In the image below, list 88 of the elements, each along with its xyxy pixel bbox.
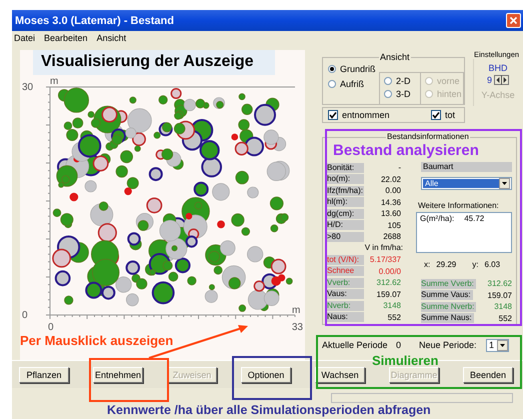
axis-label: 33 (292, 322, 303, 333)
checkbox-label: entnommen (342, 110, 390, 120)
action-button[interactable]: Entnehmen (93, 366, 143, 382)
field-label: Vaus: (327, 289, 364, 300)
radio-button[interactable] (328, 80, 336, 88)
field-label: Summe Naus: (421, 313, 474, 324)
field-value: 3148 (382, 301, 401, 310)
coordinate-label: x: (424, 260, 430, 269)
field-label: >80 (327, 232, 364, 242)
field-value: 312.62 (488, 279, 512, 288)
radio-label: 2-D (396, 76, 411, 86)
field-label: Summe Nverb: (421, 302, 476, 312)
group-title: Ansicht (379, 52, 411, 62)
field-value: 14.36 (380, 198, 401, 207)
field-label: Summe Vaus: (421, 290, 473, 300)
axis-unit: m (50, 78, 58, 87)
field-label: Schnee (327, 266, 364, 276)
field-label: dg(cm): (327, 208, 364, 219)
checkbox-label: tot (445, 110, 456, 120)
menu-item[interactable]: Bearbeiten (44, 33, 88, 43)
field-value: 22.02 (380, 174, 401, 184)
field-value: 159.07 (376, 290, 401, 299)
field-label: hl(m): (327, 197, 364, 208)
action-button[interactable]: Pflanzen (19, 366, 69, 382)
field-value: 159.07 (488, 290, 512, 300)
coordinate-label: y: (472, 260, 478, 269)
axis-label: 0 (22, 310, 28, 321)
setting-label: BHD (488, 63, 508, 73)
checkbox[interactable] (431, 110, 441, 120)
field-value: 3148 (494, 302, 512, 312)
section-label: V in fm/ha: (364, 242, 404, 254)
menu-item[interactable]: Ansicht (96, 33, 126, 43)
field-label: Bonität: (327, 162, 364, 173)
radio-label: hinten (437, 89, 462, 99)
radio-label: 3-D (396, 89, 411, 99)
group-title: Bestandsinformationen (386, 132, 470, 141)
coordinate-value: 6.03 (484, 260, 500, 269)
period-label: Aktuelle Periode (322, 340, 389, 350)
radio-label: vorne (437, 76, 460, 86)
period-value: 0 (396, 340, 402, 350)
close-icon[interactable] (506, 13, 521, 28)
field-label: tot (V/N): (327, 254, 364, 265)
stepper-icon[interactable] (494, 75, 509, 85)
info-textbox[interactable]: G(m²/ha): 45.72 (416, 212, 512, 253)
annotation-text: Simulieren (372, 353, 438, 368)
field-label: Weitere Informationen: (418, 201, 500, 210)
axis-label: 30 (22, 82, 34, 93)
field-label: ho(m): (327, 174, 364, 184)
setting-label: Y-Achse (481, 90, 515, 100)
field-value: 0.00 (384, 186, 401, 196)
field-label: H/D: (327, 220, 364, 230)
axis-label: 0 (48, 322, 54, 333)
field-value: 0.00/0 (378, 266, 401, 276)
setting-value: 9 (486, 75, 492, 85)
annotation-text: Bestand analysieren (333, 142, 479, 159)
action-button[interactable]: Wachsen (315, 366, 365, 382)
field-value: 5.17/337 (368, 255, 401, 264)
field-label: Vverb: (327, 278, 364, 288)
field-value: 552 (498, 314, 512, 323)
field-value: - (397, 163, 401, 172)
field-value: 312.62 (376, 278, 401, 288)
species-dropdown[interactable]: Alle (421, 177, 512, 190)
field-label: Naus: (327, 312, 364, 322)
period-dropdown[interactable]: 1 (486, 338, 509, 352)
menu-item[interactable]: Datei (14, 33, 36, 43)
field-value: 552 (386, 312, 401, 322)
field-label: Nverb: (327, 300, 364, 311)
field-value: 2688 (382, 232, 401, 242)
window-title: Moses 3.0 (Latemar) - Bestand (15, 14, 174, 26)
period-label: Neue Periode: (419, 340, 478, 350)
plot-heading: Visualisierung der Auszeige (33, 50, 275, 75)
radio-button[interactable] (328, 65, 336, 73)
axis-unit: m (292, 305, 300, 316)
action-button[interactable]: Optionen (241, 366, 291, 382)
radio-button[interactable] (384, 90, 392, 98)
action-button[interactable]: Beenden (463, 366, 513, 382)
radio-label: Grundriß (340, 64, 376, 74)
annotation-text: Kennwerte /ha über alle Simulationsperioden abfragen (107, 403, 431, 417)
field-label: Summe Vverb: (421, 278, 476, 289)
radio-label: Aufriß (340, 79, 364, 89)
field-label: Ifz(fm/ha): (327, 186, 364, 196)
checkbox[interactable] (328, 110, 338, 120)
field-value: 13.60 (380, 209, 401, 218)
radio-button[interactable] (384, 77, 392, 85)
annotation-text: Per Mausklick auszeigen (20, 333, 174, 348)
coordinate-value: 29.29 (436, 260, 456, 269)
field-label: Baumart (421, 162, 512, 172)
field-value: 105 (386, 220, 401, 230)
